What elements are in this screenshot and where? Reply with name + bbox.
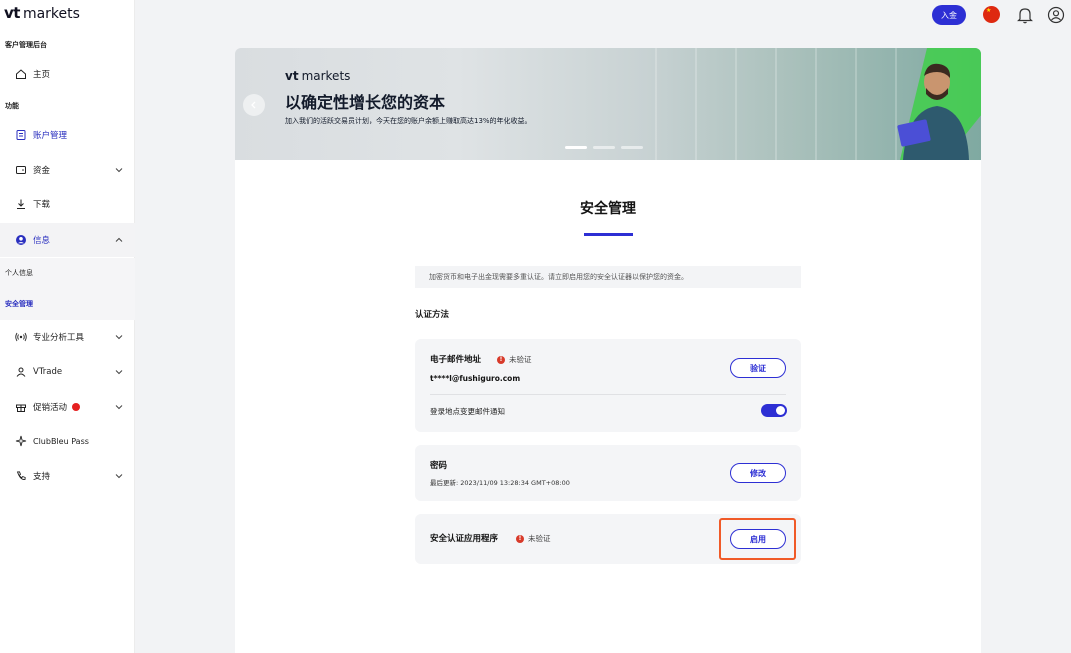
banner-brand-vt: vt [285, 69, 299, 83]
banner-dot[interactable] [593, 146, 615, 149]
banner-pagination [565, 146, 643, 149]
password-title: 密码 [430, 461, 448, 471]
email-value: t****l@fushiguro.com [430, 374, 521, 383]
user-circle-icon [15, 234, 27, 246]
banner-dot[interactable] [565, 146, 587, 149]
chevron-up-icon [115, 236, 123, 246]
chevron-down-icon [115, 472, 123, 482]
sidebar: vt markets 客户管理后台 主页 功能 账户管理 资金 下载 信息 个人… [0, 0, 135, 653]
download-icon [15, 198, 27, 210]
sidebar-item-home[interactable]: 主页 [0, 57, 135, 91]
logo-vt-text: vt [4, 4, 20, 22]
banner-person-image [897, 63, 969, 160]
sparkle-icon [15, 435, 27, 447]
warning-icon: ! [516, 534, 524, 543]
banner-dot[interactable] [621, 146, 643, 149]
sidebar-item-label: 下载 [33, 200, 51, 210]
sidebar-item-promotions[interactable]: 促销活动 [0, 390, 135, 424]
promo-banner[interactable]: vt markets 以确定性增长您的资本 加入我们的活跃交易员计划，今天在您的… [235, 48, 981, 160]
mfa-notice: 加密货币和电子出金现需要多重认证。请立即启用您的安全认证器以保护您的资金。 [415, 266, 801, 288]
bell-icon[interactable] [1017, 6, 1033, 28]
sidebar-item-label: ClubBleu Pass [33, 436, 89, 446]
sidebar-item-info[interactable]: 信息 [0, 223, 135, 257]
sidebar-item-label: 信息 [33, 236, 51, 246]
page-title: 安全管理 [580, 201, 636, 217]
people-icon [15, 366, 27, 378]
sidebar-item-account-management[interactable]: 账户管理 [0, 118, 135, 152]
highlight-box [719, 518, 796, 560]
sidebar-item-funds[interactable]: 资金 [0, 153, 135, 187]
banner-background [655, 48, 915, 160]
sidebar-item-support[interactable]: 支持 [0, 459, 135, 493]
email-title: 电子邮件地址 [430, 355, 482, 365]
user-profile-icon[interactable] [1047, 6, 1065, 28]
sidebar-subitem-security[interactable]: 安全管理 [0, 288, 135, 320]
logo-markets-text: markets [22, 6, 80, 22]
vt-markets-logo[interactable]: vt markets [4, 4, 80, 22]
sidebar-item-label: VTrade [33, 367, 63, 377]
sidebar-item-clubbleu-pass[interactable]: ClubBleu Pass [0, 424, 135, 458]
gift-icon [15, 401, 27, 413]
sidebar-item-label: 主页 [33, 70, 51, 80]
password-box: 密码 最后更新: 2023/11/09 13:28:34 GMT+08:00 修… [415, 445, 801, 501]
section-functions: 功能 [5, 102, 19, 110]
password-last-updated: 最后更新: 2023/11/09 13:28:34 GMT+08:00 [430, 479, 570, 487]
verify-email-button[interactable]: 验证 [730, 358, 786, 378]
sidebar-item-download[interactable]: 下载 [0, 187, 135, 221]
sidebar-item-label: 专业分析工具 [33, 333, 85, 343]
email-auth-box: 电子邮件地址 ! 未验证 t****l@fushiguro.com 验证 登录地… [415, 339, 801, 432]
divider [430, 394, 786, 395]
sidebar-item-label: 账户管理 [33, 131, 68, 141]
sidebar-item-label: 支持 [33, 472, 51, 482]
phone-icon [15, 470, 27, 482]
banner-brand-markets: markets [301, 69, 351, 83]
banner-brand-logo: vt markets [285, 69, 350, 83]
auth-methods-heading: 认证方法 [415, 310, 450, 320]
sidebar-item-vtrade[interactable]: VTrade [0, 355, 135, 389]
deposit-button[interactable]: 入金 [932, 5, 966, 25]
email-status-text: 未验证 [509, 355, 532, 364]
china-flag-icon[interactable]: ★ [983, 6, 1000, 23]
login-location-notify-label: 登录地点变更邮件通知 [430, 407, 505, 416]
signal-icon [15, 331, 27, 343]
document-icon [15, 129, 27, 141]
login-location-notify-toggle[interactable] [761, 404, 787, 417]
sidebar-subitem-personal-info[interactable]: 个人信息 [0, 258, 135, 288]
title-underline [584, 233, 633, 236]
warning-icon: ! [497, 355, 505, 364]
banner-title: 以确定性增长您的资本 [285, 93, 446, 112]
security-management-card: 安全管理 加密货币和电子出金现需要多重认证。请立即启用您的安全认证器以保护您的资… [235, 160, 981, 653]
sidebar-item-analysis-tools[interactable]: 专业分析工具 [0, 320, 135, 354]
sidebar-subitem-label: 个人信息 [5, 269, 33, 277]
chevron-down-icon [115, 333, 123, 343]
change-password-button[interactable]: 修改 [730, 463, 786, 483]
chevron-down-icon [115, 166, 123, 176]
chevron-down-icon [115, 403, 123, 413]
home-icon [15, 68, 27, 80]
notification-dot [72, 403, 81, 411]
wallet-icon [15, 164, 27, 176]
sidebar-item-label: 资金 [33, 166, 51, 176]
authenticator-status: ! 未验证 [516, 533, 551, 544]
banner-subtitle: 加入我们的活跃交易员计划，今天在您的账户余额上赚取高达13%的年化收益。 [285, 117, 532, 125]
banner-prev-button[interactable] [243, 94, 265, 116]
authenticator-title: 安全认证应用程序 [430, 534, 499, 544]
email-status: ! 未验证 [497, 354, 532, 365]
sidebar-subitem-label: 安全管理 [5, 300, 33, 308]
authenticator-status-text: 未验证 [528, 534, 551, 543]
sidebar-item-label: 促销活动 [33, 403, 68, 413]
section-client-backend: 客户管理后台 [5, 41, 47, 49]
chevron-down-icon [115, 368, 123, 378]
